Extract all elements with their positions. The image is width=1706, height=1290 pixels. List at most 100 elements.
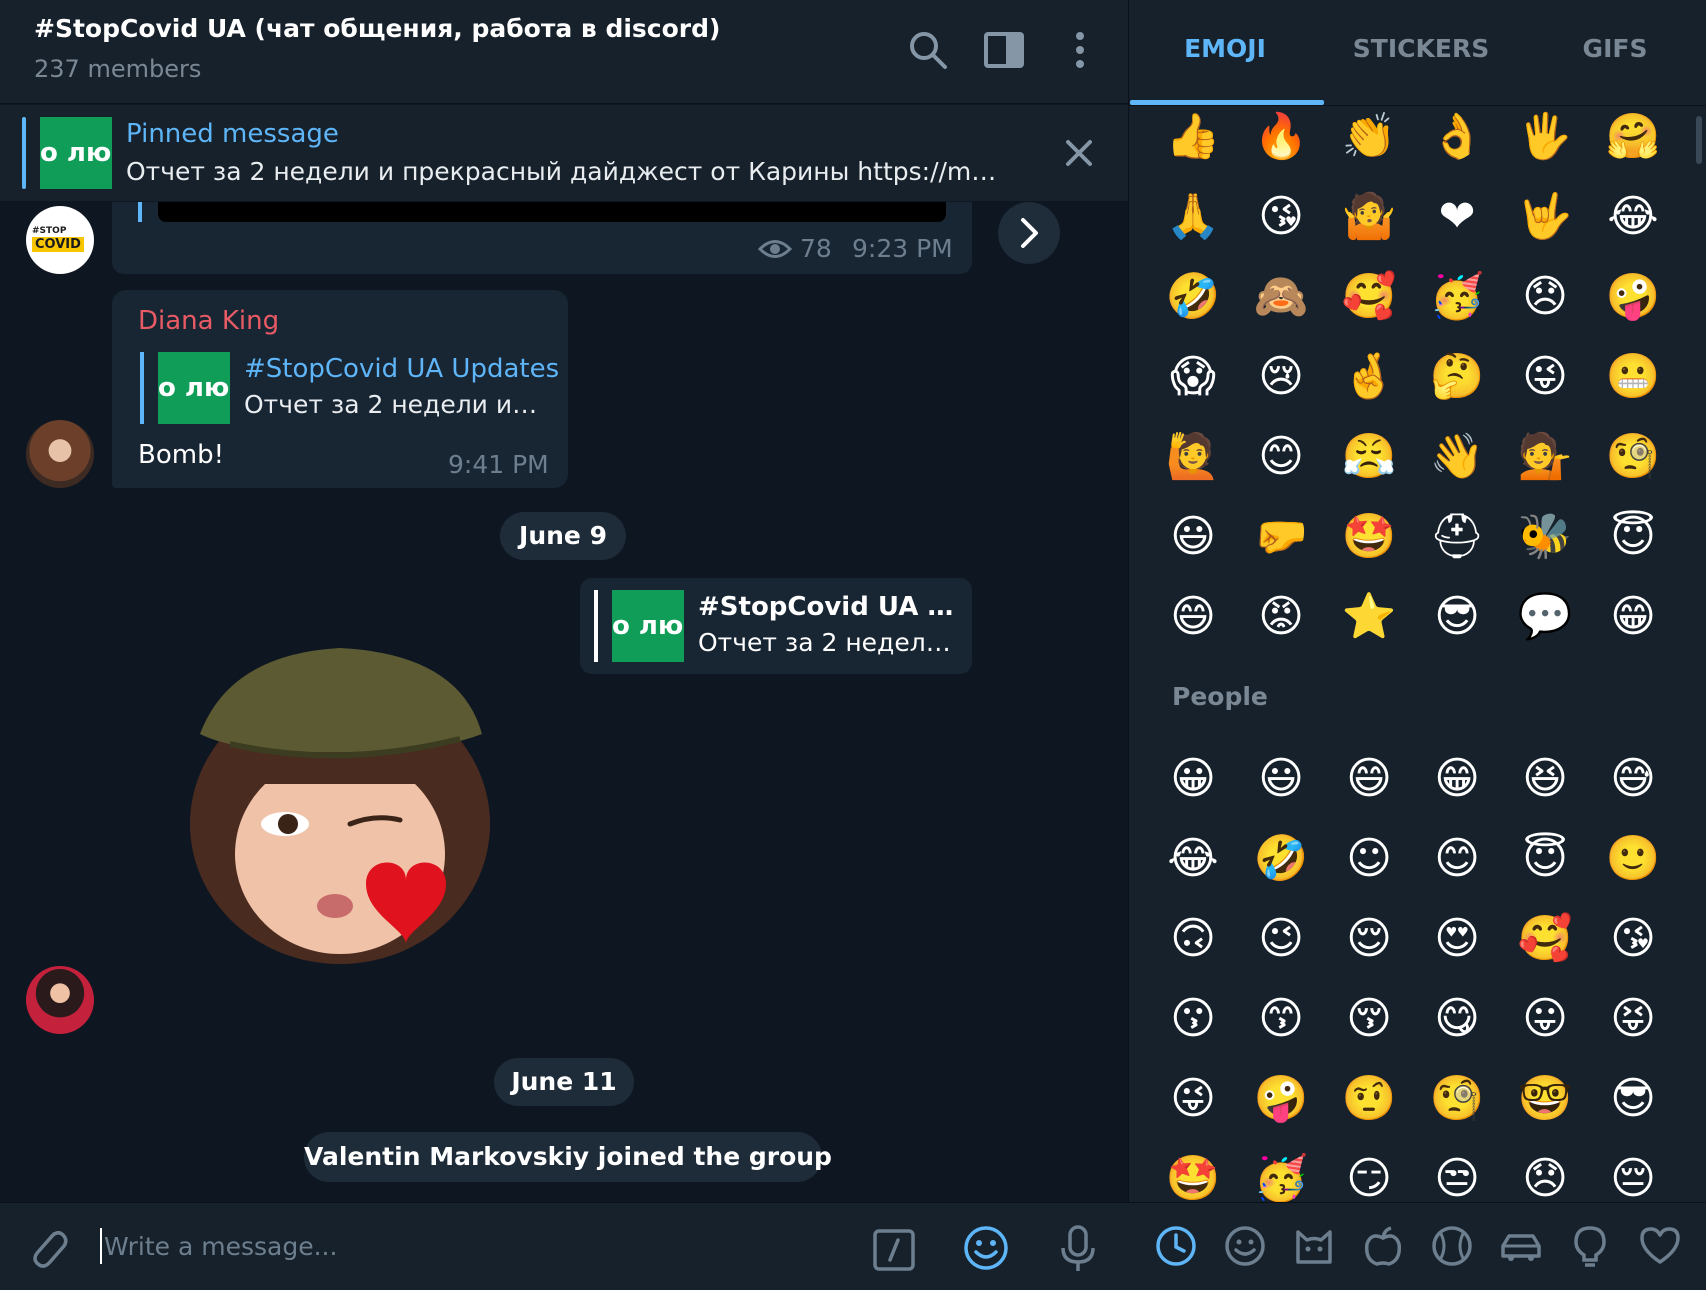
tab-gifs[interactable]: GIFS xyxy=(1520,34,1706,63)
emoji-button[interactable]: 🖐 xyxy=(1514,106,1576,168)
emoji-button[interactable]: ⭐ xyxy=(1338,586,1400,648)
car-icon[interactable] xyxy=(1499,1224,1543,1268)
emoji-button[interactable]: 😃 xyxy=(1250,748,1312,810)
emoji-button[interactable]: 👌 xyxy=(1426,106,1488,168)
tab-emoji[interactable]: EMOJI xyxy=(1130,34,1320,63)
emoji-button[interactable]: 😒 xyxy=(1426,1148,1488,1210)
ball-icon[interactable] xyxy=(1430,1224,1474,1268)
more-vertical-icon[interactable] xyxy=(1058,28,1102,72)
emoji-button[interactable]: 🤛 xyxy=(1250,506,1312,568)
emoji-button[interactable]: 👏 xyxy=(1338,106,1400,168)
microphone-icon[interactable] xyxy=(1058,1224,1098,1274)
emoji-button[interactable]: 😄 xyxy=(1162,586,1224,648)
emoji-button[interactable]: 🤩 xyxy=(1162,1148,1224,1210)
paperclip-icon[interactable] xyxy=(24,1224,70,1270)
emoji-button[interactable]: 😇 xyxy=(1514,828,1576,890)
cat-icon[interactable] xyxy=(1292,1224,1336,1268)
emoji-button[interactable]: 🤷 xyxy=(1338,186,1400,248)
scrollbar[interactable] xyxy=(1696,116,1702,164)
emoji-button[interactable]: 🤓 xyxy=(1514,1068,1576,1130)
emoji-button[interactable]: 🤞 xyxy=(1338,346,1400,408)
emoji-button[interactable]: 😂 xyxy=(1162,828,1224,890)
reply-text[interactable]: Отчет за 2 недели и п… xyxy=(244,390,544,419)
emoji-button[interactable]: 😞 xyxy=(1514,266,1576,328)
emoji-button[interactable]: 😉 xyxy=(1250,908,1312,970)
emoji-button[interactable]: 😔 xyxy=(1602,1148,1664,1210)
message-input[interactable] xyxy=(104,1226,844,1266)
emoji-button[interactable]: 😗 xyxy=(1162,988,1224,1050)
emoji-button[interactable]: 🧐 xyxy=(1602,426,1664,488)
emoji-button[interactable]: 🥰 xyxy=(1514,908,1576,970)
emoji-button[interactable]: 😂 xyxy=(1602,186,1664,248)
emoji-button[interactable]: 😞 xyxy=(1514,1148,1576,1210)
emoji-button[interactable]: 🤟 xyxy=(1514,186,1576,248)
emoji-button[interactable]: 😛 xyxy=(1514,988,1576,1050)
chat-title[interactable]: #StopCovid UA (чат общения, работа в dis… xyxy=(34,14,720,43)
bulb-icon[interactable] xyxy=(1568,1224,1612,1268)
emoji-button[interactable]: 🥳 xyxy=(1426,266,1488,328)
smile-icon[interactable] xyxy=(962,1224,1010,1272)
avatar[interactable] xyxy=(26,420,94,488)
emoji-button[interactable]: 🥰 xyxy=(1338,266,1400,328)
emoji-button[interactable]: ☺ xyxy=(1338,828,1400,890)
emoji-button[interactable]: 😙 xyxy=(1250,988,1312,1050)
emoji-button[interactable]: 👍 xyxy=(1162,106,1224,168)
emoji-button[interactable]: 🤩 xyxy=(1338,506,1400,568)
tab-stickers[interactable]: STICKERS xyxy=(1326,34,1516,63)
avatar[interactable] xyxy=(26,966,94,1034)
emoji-button[interactable]: 😝 xyxy=(1602,988,1664,1050)
emoji-button[interactable]: 😜 xyxy=(1162,1068,1224,1130)
emoji-button[interactable]: 😚 xyxy=(1338,988,1400,1050)
emoji-button[interactable]: 🙂 xyxy=(1602,828,1664,890)
emoji-button[interactable]: 😱 xyxy=(1162,346,1224,408)
emoji-button[interactable]: 🥳 xyxy=(1250,1148,1312,1210)
emoji-button[interactable]: 👋 xyxy=(1426,426,1488,488)
emoji-button[interactable]: 😃 xyxy=(1162,506,1224,568)
emoji-button[interactable]: 🤔 xyxy=(1426,346,1488,408)
emoji-button[interactable]: 🤣 xyxy=(1162,266,1224,328)
chat-header[interactable]: #StopCovid UA (чат общения, работа в dis… xyxy=(0,0,1128,104)
emoji-button[interactable]: ❤ xyxy=(1426,186,1488,248)
search-icon[interactable] xyxy=(906,28,950,72)
emoji-button[interactable]: 🤣 xyxy=(1250,828,1312,890)
channel-avatar[interactable]: #STOP COVID xyxy=(26,206,94,274)
emoji-button[interactable]: 🙈 xyxy=(1250,266,1312,328)
emoji-button[interactable]: 😌 xyxy=(1338,908,1400,970)
reply-title[interactable]: #StopCovid UA Updates xyxy=(244,354,559,384)
emoji-button[interactable]: ⛑ xyxy=(1426,506,1488,568)
emoji-button[interactable]: 😡 xyxy=(1250,586,1312,648)
emoji-button[interactable]: 💁 xyxy=(1514,426,1576,488)
bot-commands-icon[interactable] xyxy=(872,1228,916,1272)
emoji-button[interactable]: 🙋 xyxy=(1162,426,1224,488)
forward-button[interactable] xyxy=(998,202,1060,264)
emoji-button[interactable]: 😀 xyxy=(1162,748,1224,810)
emoji-button[interactable]: 🙃 xyxy=(1162,908,1224,970)
sender-name[interactable]: Diana King xyxy=(138,306,279,336)
heart-icon[interactable] xyxy=(1638,1224,1682,1268)
emoji-button[interactable]: 😎 xyxy=(1426,586,1488,648)
reply-title[interactable]: #StopCovid UA Up… xyxy=(698,592,958,622)
emoji-button[interactable]: 😁 xyxy=(1426,748,1488,810)
apple-icon[interactable] xyxy=(1361,1224,1405,1268)
memoji-sticker[interactable] xyxy=(170,644,510,974)
emoji-button[interactable]: 😅 xyxy=(1602,748,1664,810)
emoji-button[interactable]: 😢 xyxy=(1250,346,1312,408)
emoji-button[interactable]: 😏 xyxy=(1338,1148,1400,1210)
smile-icon[interactable] xyxy=(1223,1224,1267,1268)
recent-icon[interactable] xyxy=(1154,1224,1198,1268)
emoji-button[interactable]: 🤪 xyxy=(1602,266,1664,328)
emoji-button[interactable]: 🐝 xyxy=(1514,506,1576,568)
sidebar-toggle-icon[interactable] xyxy=(982,28,1026,72)
emoji-button[interactable]: 😊 xyxy=(1250,426,1312,488)
emoji-button[interactable]: 😘 xyxy=(1250,186,1312,248)
emoji-button[interactable]: 🧐 xyxy=(1426,1068,1488,1130)
emoji-button[interactable]: 😄 xyxy=(1338,748,1400,810)
emoji-button[interactable]: 😘 xyxy=(1602,908,1664,970)
emoji-button[interactable]: 🤨 xyxy=(1338,1068,1400,1130)
emoji-button[interactable]: 😍 xyxy=(1426,908,1488,970)
pinned-message-bar[interactable]: о люд Pinned message Отчет за 2 недели и… xyxy=(0,105,1128,201)
emoji-button[interactable]: 😇 xyxy=(1602,506,1664,568)
close-icon[interactable] xyxy=(1060,134,1098,172)
emoji-button[interactable]: 🤪 xyxy=(1250,1068,1312,1130)
emoji-button[interactable]: 💬 xyxy=(1514,586,1576,648)
